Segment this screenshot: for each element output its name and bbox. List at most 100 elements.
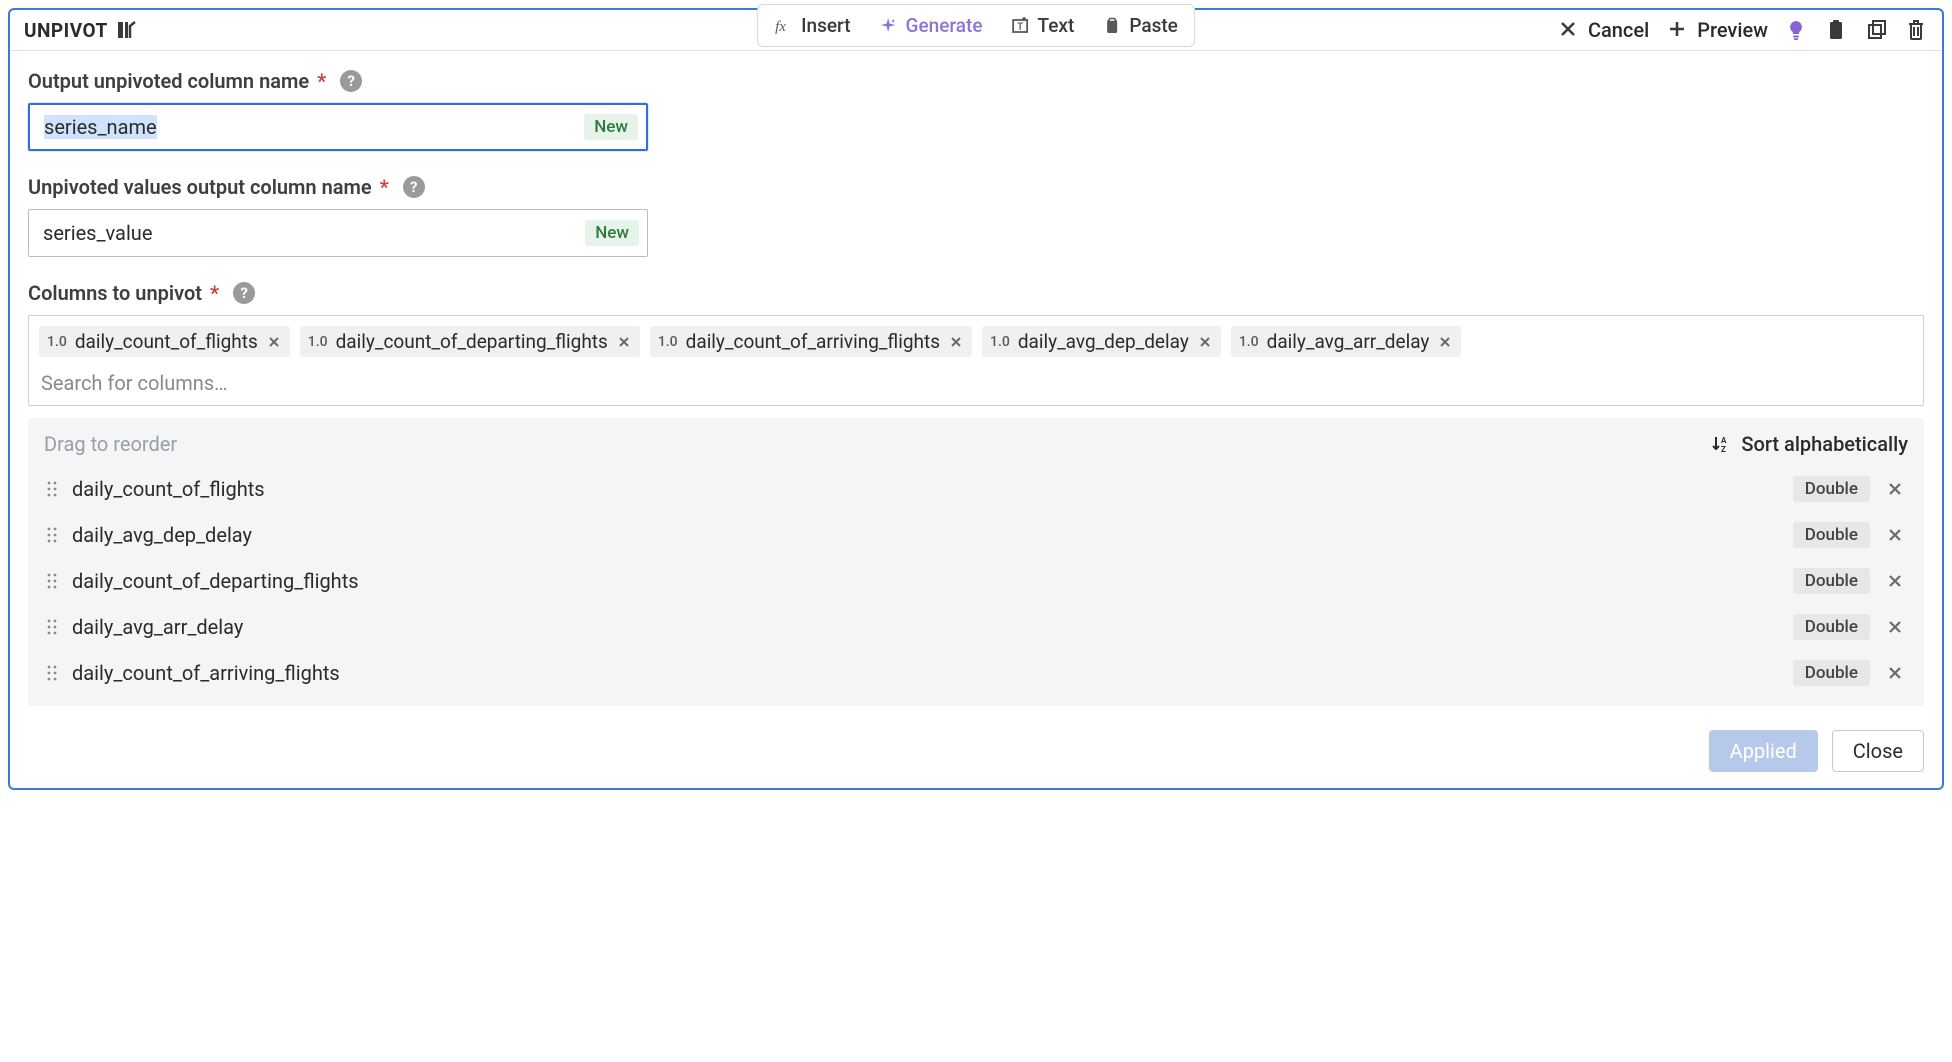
type-badge: Double	[1793, 660, 1870, 686]
row-remove-icon[interactable]	[1884, 620, 1906, 634]
required-marker: *	[317, 69, 326, 93]
paste-label: Paste	[1129, 14, 1178, 37]
row-remove-icon[interactable]	[1884, 482, 1906, 496]
generate-button[interactable]: Generate	[865, 7, 997, 44]
columns-search-input[interactable]: Search for columns…	[39, 365, 1913, 399]
chip-remove-icon[interactable]	[1197, 336, 1213, 348]
reorder-panel: Drag to reorder AZ Sort alphabetically d…	[28, 418, 1924, 706]
chip-type: 1.0	[990, 334, 1010, 350]
chip-type: 1.0	[308, 334, 328, 350]
drag-handle-icon[interactable]	[46, 526, 58, 544]
columns-label: Columns to unpivot	[28, 281, 202, 305]
chip-name: daily_count_of_flights	[75, 330, 258, 353]
required-marker: *	[380, 175, 389, 199]
help-icon[interactable]: ?	[340, 70, 362, 92]
required-marker: *	[210, 281, 219, 305]
cancel-button[interactable]: Cancel	[1558, 18, 1649, 42]
dialog-footer: Applied Close	[10, 716, 1942, 788]
type-badge: Double	[1793, 568, 1870, 594]
output-col-value: series_name	[44, 115, 584, 139]
row-remove-icon[interactable]	[1884, 574, 1906, 588]
close-button[interactable]: Close	[1832, 730, 1924, 772]
chip-name: daily_count_of_departing_flights	[336, 330, 608, 353]
lightbulb-icon[interactable]	[1786, 19, 1808, 41]
plus-icon	[1667, 19, 1689, 41]
svg-text:T: T	[1018, 22, 1024, 33]
row-remove-icon[interactable]	[1884, 528, 1906, 542]
chip-name: daily_avg_dep_delay	[1018, 330, 1189, 353]
chip-name: daily_avg_arr_delay	[1267, 330, 1430, 353]
preview-button[interactable]: Preview	[1667, 18, 1768, 42]
type-badge: Double	[1793, 614, 1870, 640]
type-badge: Double	[1793, 522, 1870, 548]
output-col-label-row: Output unpivoted column name * ?	[28, 69, 1924, 93]
text-button[interactable]: T Text	[997, 7, 1089, 44]
drag-handle-icon[interactable]	[46, 572, 58, 590]
reorder-row[interactable]: daily_count_of_flights Double	[44, 466, 1908, 512]
reorder-hint: Drag to reorder	[44, 432, 177, 456]
drag-handle-icon[interactable]	[46, 664, 58, 682]
reorder-rows: daily_count_of_flightsDoubledaily_avg_de…	[44, 466, 1908, 696]
insert-button[interactable]: fx Insert	[760, 7, 864, 44]
text-label: Text	[1038, 14, 1075, 37]
chip-type: 1.0	[1239, 334, 1259, 350]
reorder-row[interactable]: daily_avg_dep_delay Double	[44, 512, 1908, 558]
column-chip[interactable]: 1.0 daily_count_of_departing_flights	[300, 326, 640, 357]
reorder-row[interactable]: daily_avg_arr_delay Double	[44, 604, 1908, 650]
center-toolbar: fx Insert Generate T Text Paste	[757, 4, 1195, 47]
values-col-input[interactable]: series_value New	[28, 209, 648, 257]
new-badge: New	[585, 220, 639, 246]
unpivot-icon	[116, 20, 136, 40]
reorder-row-name: daily_count_of_departing_flights	[72, 569, 1779, 593]
reorder-row[interactable]: daily_count_of_arriving_flightsDouble	[44, 650, 1908, 696]
column-chip[interactable]: 1.0 daily_avg_dep_delay	[982, 326, 1221, 357]
reorder-row-name: daily_avg_dep_delay	[72, 523, 1779, 547]
drag-handle-icon[interactable]	[46, 480, 58, 498]
values-col-value: series_value	[43, 221, 585, 245]
chip-type: 1.0	[47, 334, 67, 350]
reorder-row[interactable]: daily_count_of_departing_flights Double	[44, 558, 1908, 604]
sort-alpha-button[interactable]: AZ Sort alphabetically	[1711, 432, 1908, 456]
chip-remove-icon[interactable]	[616, 336, 632, 348]
chip-name: daily_count_of_arriving_flights	[686, 330, 940, 353]
unpivot-dialog: UNPIVOT fx Insert Generate T Text Paste	[8, 8, 1944, 790]
chip-remove-icon[interactable]	[266, 336, 282, 348]
sort-alpha-label: Sort alphabetically	[1741, 432, 1908, 456]
drag-handle-icon[interactable]	[46, 618, 58, 636]
reorder-row-name: daily_avg_arr_delay	[72, 615, 1779, 639]
sort-alpha-icon: AZ	[1711, 434, 1731, 454]
clipboard-icon	[1102, 16, 1122, 36]
dialog-title-text: UNPIVOT	[24, 19, 108, 42]
text-box-icon: T	[1011, 16, 1031, 36]
columns-chip-row: 1.0daily_count_of_flights1.0daily_count_…	[39, 326, 1913, 357]
column-chip[interactable]: 1.0 daily_avg_arr_delay	[1231, 326, 1462, 357]
reorder-row-name: daily_count_of_flights	[72, 477, 1779, 501]
dialog-body: Output unpivoted column name * ? series_…	[10, 51, 1942, 716]
generate-label: Generate	[906, 14, 983, 37]
column-chip[interactable]: 1.0 daily_count_of_flights	[39, 326, 290, 357]
header-actions: Cancel Preview	[1558, 18, 1928, 42]
preview-label: Preview	[1697, 18, 1768, 42]
output-col-input[interactable]: series_name New	[28, 103, 648, 151]
chip-remove-icon[interactable]	[1437, 336, 1453, 348]
dialog-title: UNPIVOT	[24, 19, 136, 42]
column-chip[interactable]: 1.0daily_count_of_arriving_flights	[650, 326, 972, 357]
paste-button[interactable]: Paste	[1088, 7, 1192, 44]
duplicate-icon[interactable]	[1866, 19, 1888, 41]
help-icon[interactable]: ?	[233, 282, 255, 304]
type-badge: Double	[1793, 476, 1870, 502]
clipboard-solid-icon[interactable]	[1826, 19, 1848, 41]
cancel-label: Cancel	[1588, 18, 1649, 42]
row-remove-icon[interactable]	[1884, 666, 1906, 680]
dialog-header: UNPIVOT fx Insert Generate T Text Paste	[10, 10, 1942, 51]
output-col-label: Output unpivoted column name	[28, 69, 309, 93]
columns-chip-container: 1.0daily_count_of_flights1.0daily_count_…	[28, 315, 1924, 406]
formula-icon: fx	[774, 16, 794, 36]
help-icon[interactable]: ?	[403, 176, 425, 198]
values-col-label-row: Unpivoted values output column name * ?	[28, 175, 1924, 199]
chip-remove-icon[interactable]	[948, 336, 964, 348]
trash-icon[interactable]	[1906, 19, 1928, 41]
applied-button: Applied	[1709, 730, 1818, 772]
insert-label: Insert	[801, 14, 850, 37]
svg-text:Z: Z	[1721, 445, 1726, 454]
